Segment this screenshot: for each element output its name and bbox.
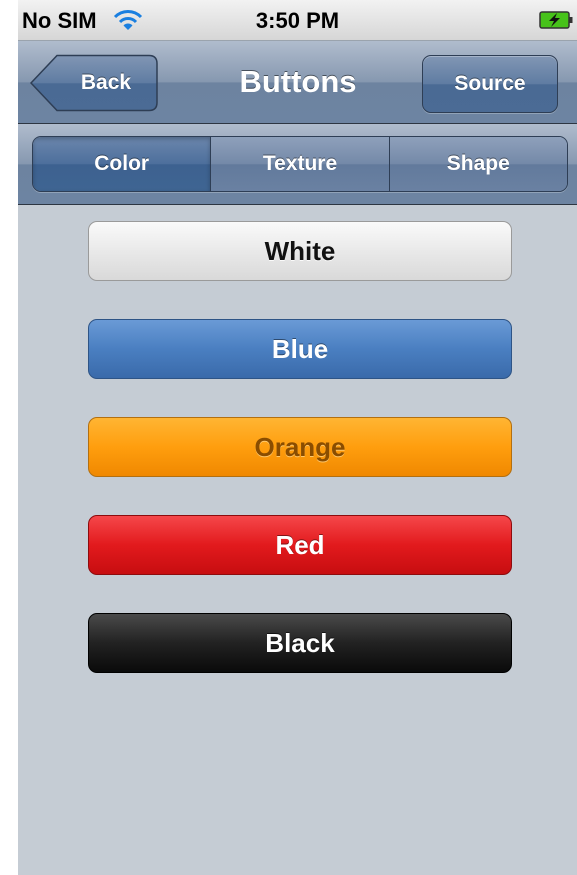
blue-button[interactable]: Blue	[88, 319, 512, 379]
navigation-bar: Back Buttons Source	[18, 41, 577, 124]
battery-charging-icon	[539, 11, 573, 29]
phone-screen: No SIM 3:50 PM Back Buttons Source Color…	[18, 0, 577, 875]
source-button[interactable]: Source	[422, 55, 558, 113]
page-title: Buttons	[239, 64, 357, 99]
white-button[interactable]: White	[88, 221, 512, 281]
segmented-control: Color Texture Shape	[32, 136, 568, 192]
segment-toolbar: Color Texture Shape	[18, 124, 577, 205]
back-button-label: Back	[80, 71, 132, 94]
status-time: 3:50 PM	[255, 8, 340, 33]
app-frame: No SIM 3:50 PM Back Buttons Source Color…	[0, 0, 577, 875]
segment-texture[interactable]: Texture	[210, 137, 389, 191]
segment-shape[interactable]: Shape	[388, 137, 567, 191]
red-button[interactable]: Red	[88, 515, 512, 575]
orange-button[interactable]: Orange	[88, 417, 512, 477]
black-button[interactable]: Black	[88, 613, 512, 673]
status-bar: No SIM 3:50 PM	[18, 0, 577, 41]
back-button[interactable]: Back	[30, 54, 158, 112]
segment-color[interactable]: Color	[33, 137, 211, 191]
